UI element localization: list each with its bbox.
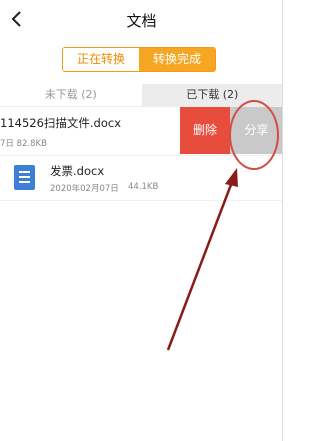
download-tabs: 未下载 (2) 已下载 (2): [0, 84, 283, 107]
file-name: 发票.docx: [50, 164, 105, 178]
file-meta: 7日 82.8KB: [0, 139, 47, 149]
delete-button[interactable]: 删除: [180, 107, 230, 154]
word-document-icon: [14, 165, 35, 190]
file-date: 2020年02月07日: [50, 184, 119, 194]
file-name: 114526扫描文件.docx: [0, 116, 122, 130]
conversion-status-toggle: 正在转换 转换完成: [62, 47, 216, 72]
top-bar: 文档: [0, 0, 283, 38]
tab-converting[interactable]: 正在转换: [63, 48, 139, 71]
page-title: 文档: [126, 12, 157, 30]
tab-not-downloaded[interactable]: 未下载 (2): [0, 84, 142, 106]
file-row[interactable]: 发票.docx 2020年02月07日 44.1KB: [0, 156, 283, 201]
file-size: 44.1KB: [128, 182, 159, 192]
tab-converted[interactable]: 转换完成: [139, 48, 215, 71]
scroll-edge: [282, 0, 283, 441]
